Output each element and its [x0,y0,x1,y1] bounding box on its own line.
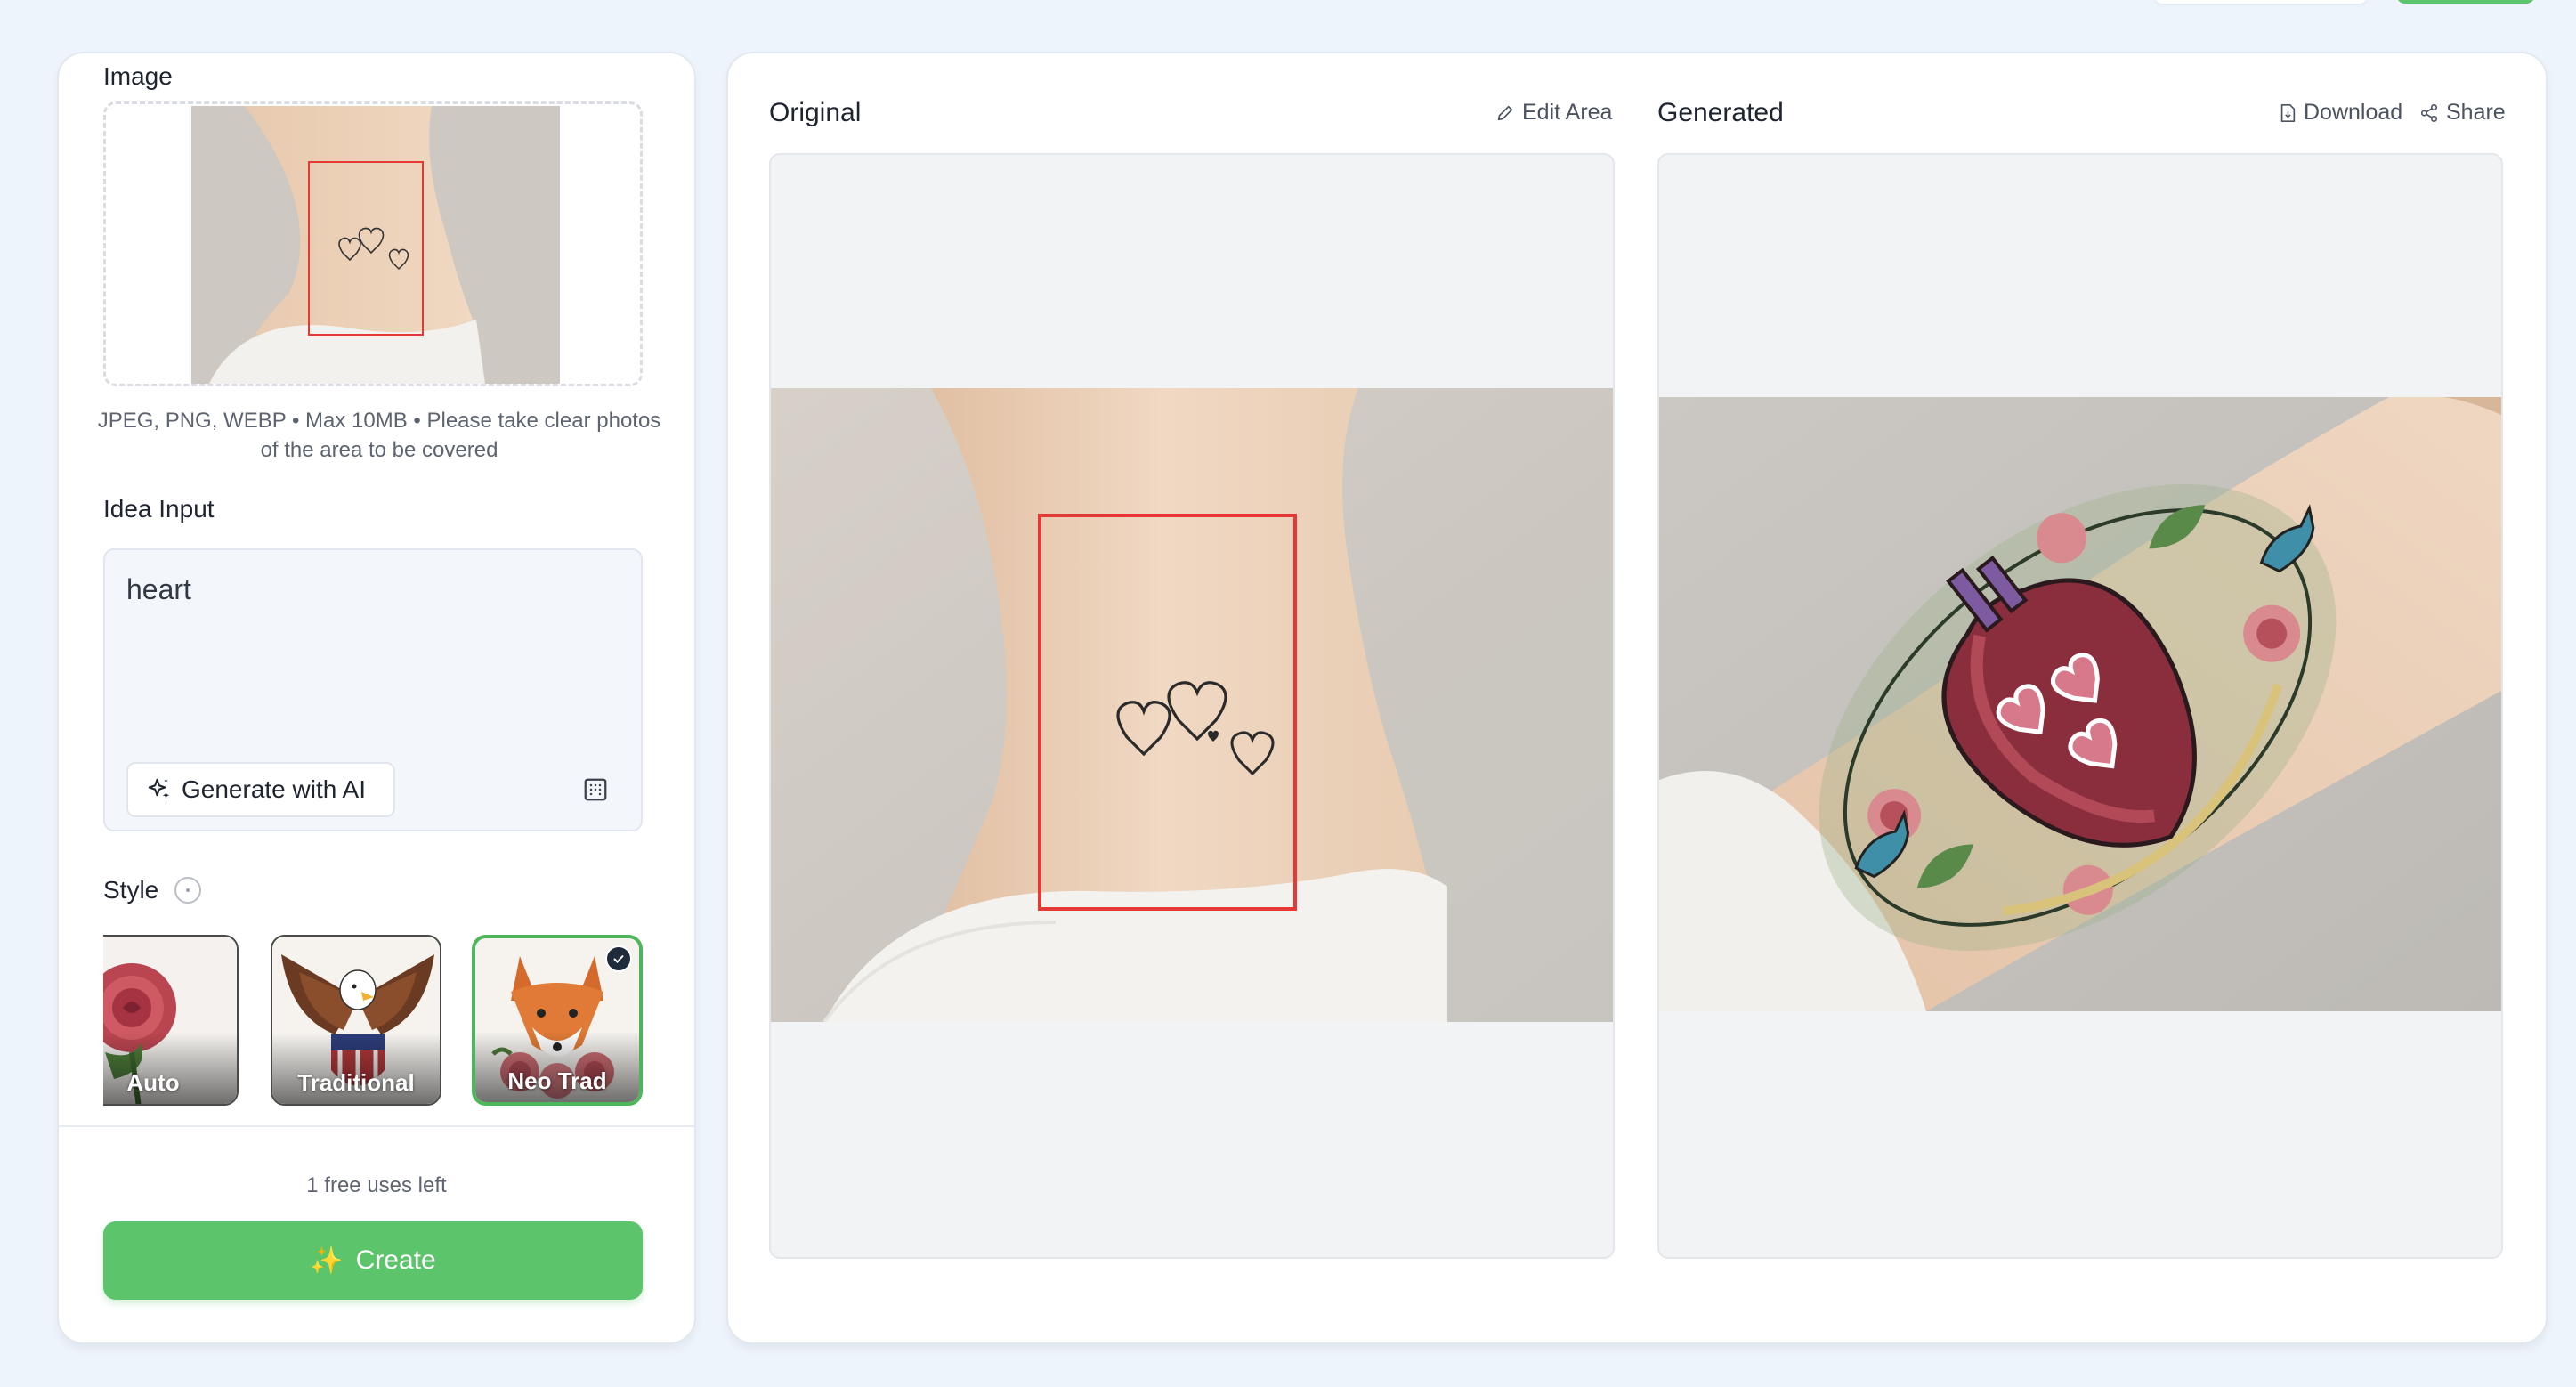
generated-image [1659,397,2501,1011]
download-label: Download [2304,100,2403,125]
sparkle-icon [148,778,170,799]
style-card-auto[interactable]: Auto [103,935,239,1106]
uploaded-image-thumbnail [191,106,560,384]
image-section-label: Image [103,62,173,90]
share-button[interactable]: Share [2419,100,2506,126]
original-preview[interactable] [769,153,1615,1259]
original-image [771,388,1613,1022]
style-card-traditional[interactable]: Traditional [271,935,441,1106]
results-panel: Original Edit Area Generated Download Sh… [726,52,2548,1344]
share-label: Share [2446,100,2506,125]
image-upload-dropzone[interactable] [103,101,643,386]
style-card-neo-trad[interactable]: Neo Trad [472,935,643,1106]
idea-textarea[interactable]: heart Generate with AI [103,548,643,831]
pencil-icon [1497,105,1513,120]
idea-input-label: Idea Input [103,495,215,523]
upload-hint: JPEG, PNG, WEBP • Max 10MB • Please take… [97,409,661,462]
free-uses-counter: 1 free uses left [306,1173,447,1197]
style-carousel[interactable]: Auto Traditional Neo Trad [103,935,643,1113]
original-title: Original [769,98,862,127]
generated-title: Generated [1657,98,1784,127]
panel-divider [59,1125,694,1127]
style-section-label: Style [103,876,159,904]
idea-input-value[interactable]: heart [126,573,191,606]
top-secondary-button[interactable] [2154,0,2368,4]
wrist-photo [771,388,1613,1022]
share-icon [2420,103,2438,122]
generated-preview[interactable] [1657,153,2503,1259]
edit-area-label: Edit Area [1522,100,1613,125]
selected-check-icon [605,945,632,972]
style-label-neo-trad: Neo Trad [507,1067,607,1094]
keyboard-icon[interactable] [582,776,609,803]
edit-area-button[interactable]: Edit Area [1495,100,1612,126]
wrist-photo-thumb [191,106,560,384]
tattoo-result-photo [1659,397,2501,1011]
style-label-auto: Auto [126,1069,180,1096]
info-icon[interactable] [174,877,201,904]
generate-with-ai-button[interactable]: Generate with AI [126,762,395,817]
input-panel: Image JPEG, PNG, WEBP • Max 10MB • Pleas… [57,52,696,1344]
style-label-traditional: Traditional [297,1069,415,1096]
create-button[interactable]: ✨ Create [103,1221,643,1300]
sparkles-icon: ✨ [310,1245,344,1276]
generate-with-ai-label: Generate with AI [182,775,367,803]
top-primary-button[interactable] [2396,0,2535,4]
create-button-label: Create [355,1245,436,1275]
file-download-icon [2280,103,2296,122]
download-button[interactable]: Download [2279,100,2402,126]
